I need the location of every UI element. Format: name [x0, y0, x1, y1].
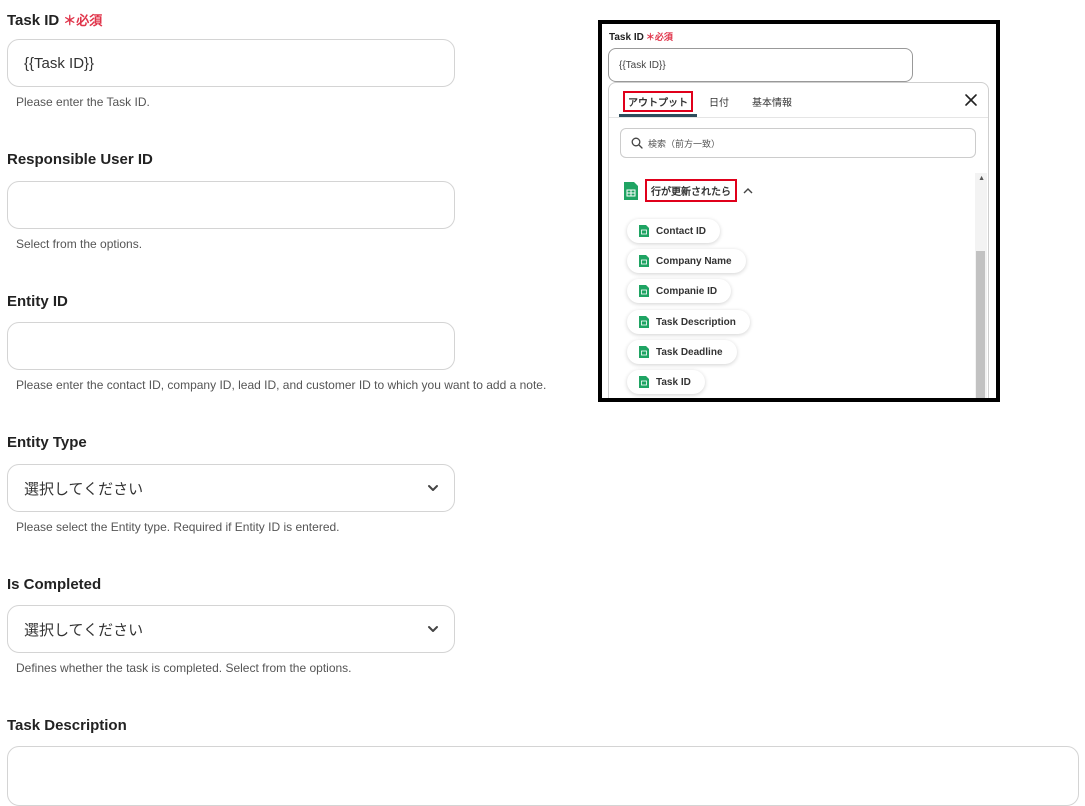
- close-icon[interactable]: [964, 93, 978, 107]
- output-item-label: Task Deadline: [656, 346, 723, 358]
- google-sheets-icon: [639, 285, 649, 297]
- is-completed-label: Is Completed: [7, 576, 102, 593]
- active-tab-underline: [619, 114, 697, 117]
- task-id-value: {{Task ID}}: [24, 54, 95, 72]
- google-sheets-icon: [639, 225, 649, 237]
- entity-type-value: 選択してください: [24, 480, 144, 498]
- entity-type-select[interactable]: 選択してください: [7, 464, 455, 512]
- is-completed-select[interactable]: 選択してください: [7, 605, 455, 653]
- search-placeholder: 検索（前方一致）: [648, 138, 721, 149]
- output-item-label: Contact ID: [656, 225, 706, 237]
- tab-basic-info[interactable]: 基本情報: [752, 94, 792, 109]
- google-sheets-icon: [639, 376, 649, 388]
- google-sheets-icon: [639, 346, 649, 358]
- google-sheets-icon: [639, 316, 649, 328]
- picker-tabs: アウトプット 日付 基本情報: [609, 83, 988, 118]
- task-id-help: Please enter the Task ID.: [16, 95, 150, 109]
- tab-date[interactable]: 日付: [709, 94, 729, 109]
- task-id-label: Task ID ＊必須: [7, 10, 102, 29]
- scroll-up-arrow-icon[interactable]: ▲: [978, 175, 985, 182]
- inset-screenshot: Task ID ＊必須 {{Task ID}} アウトプット 日付 基本情報 検索…: [598, 20, 1000, 402]
- output-item-label: Company Name: [656, 255, 732, 267]
- output-item[interactable]: Contact ID: [627, 219, 720, 243]
- entity-id-help: Please enter the contact ID, company ID,…: [16, 378, 547, 392]
- responsible-user-id-input[interactable]: [7, 181, 455, 229]
- is-completed-help: Defines whether the task is completed. S…: [16, 661, 352, 675]
- task-id-label-text: Task ID: [7, 12, 60, 29]
- chevron-down-icon: [428, 485, 438, 491]
- is-completed-value: 選択してください: [24, 621, 144, 639]
- output-item[interactable]: Task Deadline: [627, 340, 737, 364]
- inset-label-text: Task ID: [609, 32, 644, 43]
- responsible-user-id-label: Responsible User ID: [7, 151, 153, 168]
- tab-output[interactable]: アウトプット: [623, 91, 693, 112]
- google-sheets-icon: [624, 181, 638, 200]
- inset-task-id-label: Task ID ＊必須: [609, 30, 673, 43]
- output-item[interactable]: Company Name: [627, 249, 746, 273]
- inset-field-value: {{Task ID}}: [619, 59, 666, 71]
- scrollbar-thumb[interactable]: [976, 251, 985, 398]
- output-item-label: Task ID: [656, 376, 691, 388]
- output-item[interactable]: Companie ID: [627, 279, 732, 303]
- output-item-label: Task Description: [656, 316, 736, 328]
- task-description-input[interactable]: [7, 746, 1079, 806]
- entity-id-label: Entity ID: [7, 293, 68, 310]
- inset-required-mark: ＊必須: [645, 32, 673, 42]
- output-item[interactable]: Task Description: [627, 310, 750, 334]
- responsible-user-id-help: Select from the options.: [16, 237, 143, 251]
- entity-type-help: Please select the Entity type. Required …: [16, 520, 340, 534]
- group-title: 行が更新されたら: [645, 179, 737, 202]
- picker-search-input[interactable]: 検索（前方一致）: [620, 128, 976, 158]
- inset-task-id-input[interactable]: {{Task ID}}: [608, 48, 913, 82]
- required-mark: ＊必須: [63, 13, 103, 28]
- task-description-label: Task Description: [7, 717, 127, 734]
- chevron-up-icon: [743, 187, 753, 193]
- task-id-input[interactable]: {{Task ID}}: [7, 39, 455, 87]
- google-sheets-icon: [639, 255, 649, 267]
- group-row-updated[interactable]: 行が更新されたら: [623, 179, 753, 202]
- chevron-down-icon: [428, 626, 438, 632]
- variable-picker-panel: アウトプット 日付 基本情報 検索（前方一致） 行が更新されたら Contact…: [608, 82, 989, 398]
- output-item[interactable]: Task ID: [627, 370, 705, 394]
- entity-id-input[interactable]: [7, 322, 455, 370]
- output-item-label: Companie ID: [656, 285, 718, 297]
- entity-type-label: Entity Type: [7, 434, 87, 451]
- search-icon: [631, 137, 643, 149]
